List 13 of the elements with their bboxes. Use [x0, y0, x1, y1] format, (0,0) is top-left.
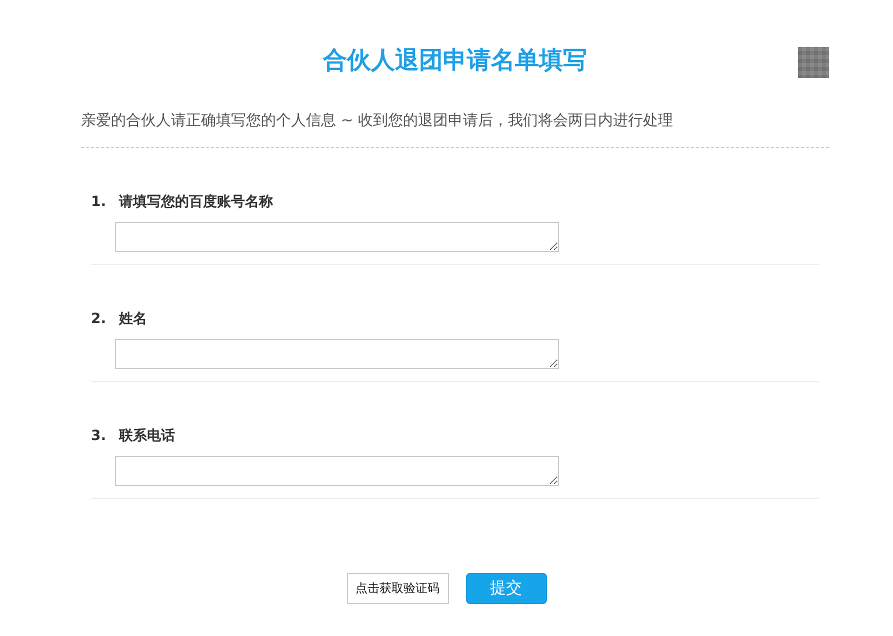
question-label: 姓名 — [119, 310, 147, 328]
question-label: 联系电话 — [119, 427, 175, 445]
question-number: 3. — [91, 428, 108, 444]
answer-field[interactable] — [115, 222, 559, 252]
form-title: 合伙人退团申请名单填写 — [323, 45, 587, 76]
question-number: 2. — [91, 311, 108, 327]
get-code-button[interactable]: 点击获取验证码 — [346, 573, 448, 604]
question-label: 请填写您的百度账号名称 — [119, 193, 273, 211]
qr-code-placeholder — [798, 47, 829, 78]
answer-field[interactable] — [115, 339, 559, 369]
answer-field[interactable] — [115, 456, 559, 486]
question-number: 1. — [91, 194, 108, 210]
intro-text: 亲爱的合伙人请正确填写您的个人信息 ~ 收到您的退团申请后，我们将会两日内进行处理 — [81, 109, 829, 148]
